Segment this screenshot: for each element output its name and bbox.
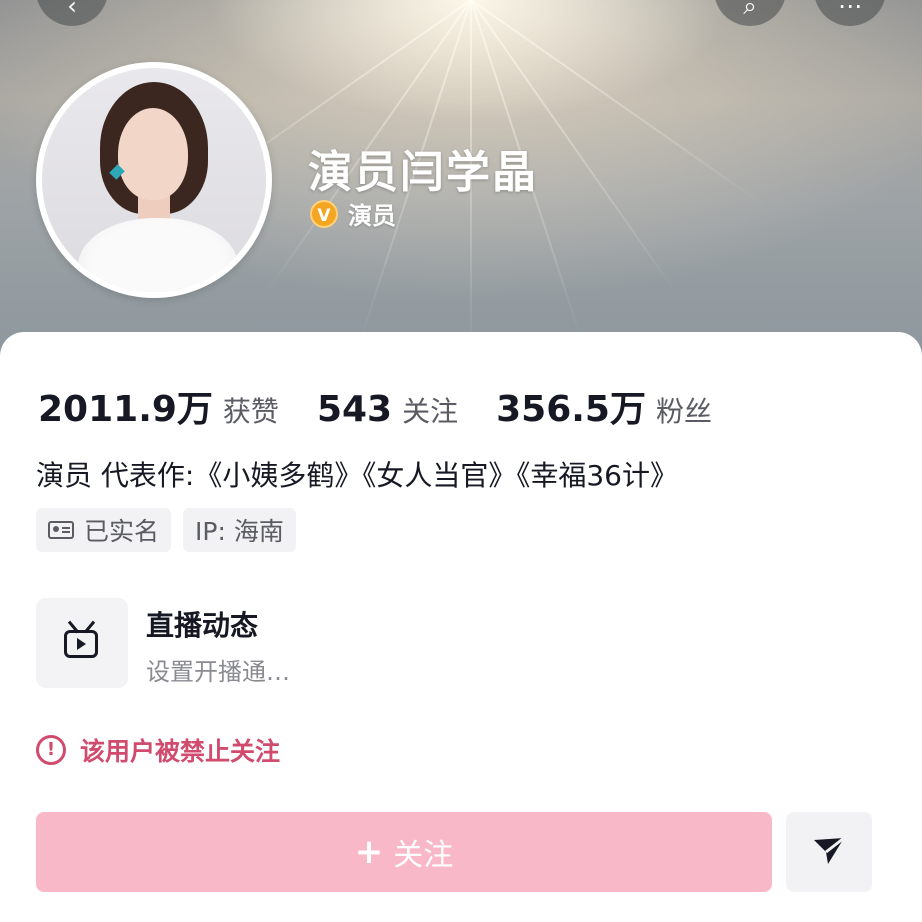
- live-subtitle: 设置开播通…: [146, 658, 290, 686]
- follow-button[interactable]: + 关注: [36, 812, 772, 892]
- more-button[interactable]: ⋯: [814, 0, 886, 26]
- id-card-icon: [48, 521, 74, 539]
- stat-value: 2011.9万: [38, 389, 213, 430]
- banned-notice: ! 该用户被禁止关注: [36, 732, 280, 768]
- stat-following[interactable]: 543 关注: [317, 389, 458, 430]
- share-button[interactable]: [786, 812, 872, 892]
- tv-icon: [64, 630, 98, 658]
- stat-label: 关注: [402, 395, 459, 428]
- stat-label: 粉丝: [655, 395, 712, 428]
- live-status-entry[interactable]: 直播动态 设置开播通…: [36, 598, 636, 690]
- stats-row: 2011.9万 获赞 543 关注 356.5万 粉丝: [38, 380, 750, 430]
- more-icon: ⋯: [838, 0, 862, 20]
- verification-label: 演员: [348, 202, 396, 230]
- back-icon: ‹: [67, 0, 77, 20]
- stat-followers[interactable]: 356.5万 粉丝: [496, 380, 712, 432]
- search-button[interactable]: ⌕: [714, 0, 786, 26]
- search-icon: ⌕: [743, 0, 757, 20]
- profile-card: 2011.9万 获赞 543 关注 356.5万 粉丝 演员 代表作:《小姨多鹤…: [0, 332, 922, 922]
- ip-tag: IP: 海南: [183, 508, 296, 552]
- tag-row: 已实名 IP: 海南: [36, 508, 308, 552]
- banned-text: 该用户被禁止关注: [80, 737, 281, 766]
- profile-header-banner: ‹ ⌕ ⋯ 演员闫学晶 V 演员: [0, 0, 922, 360]
- follow-label: 关注: [393, 838, 454, 873]
- live-title: 直播动态: [146, 609, 259, 642]
- stat-likes: 2011.9万 获赞: [38, 380, 279, 432]
- ip-label: IP: 海南: [195, 517, 284, 546]
- alert-icon: !: [36, 735, 66, 765]
- stat-value: 356.5万: [496, 389, 646, 430]
- send-icon: [814, 836, 845, 864]
- realname-label: 已实名: [84, 517, 160, 546]
- bio-text: 演员 代表作:《小姨多鹤》《女人当官》《幸福36计》: [36, 459, 678, 492]
- verified-badge-icon: V: [310, 199, 338, 228]
- verification-row: V 演员: [310, 196, 396, 231]
- stat-label: 获赞: [222, 395, 279, 428]
- plus-icon: +: [354, 832, 384, 872]
- avatar[interactable]: [36, 62, 272, 298]
- profile-name: 演员闫学晶: [308, 147, 538, 198]
- back-button[interactable]: ‹: [36, 0, 108, 26]
- realname-tag: 已实名: [36, 508, 172, 552]
- stat-value: 543: [316, 389, 393, 430]
- avatar-photo: [42, 68, 266, 292]
- live-icon-box: [36, 598, 128, 688]
